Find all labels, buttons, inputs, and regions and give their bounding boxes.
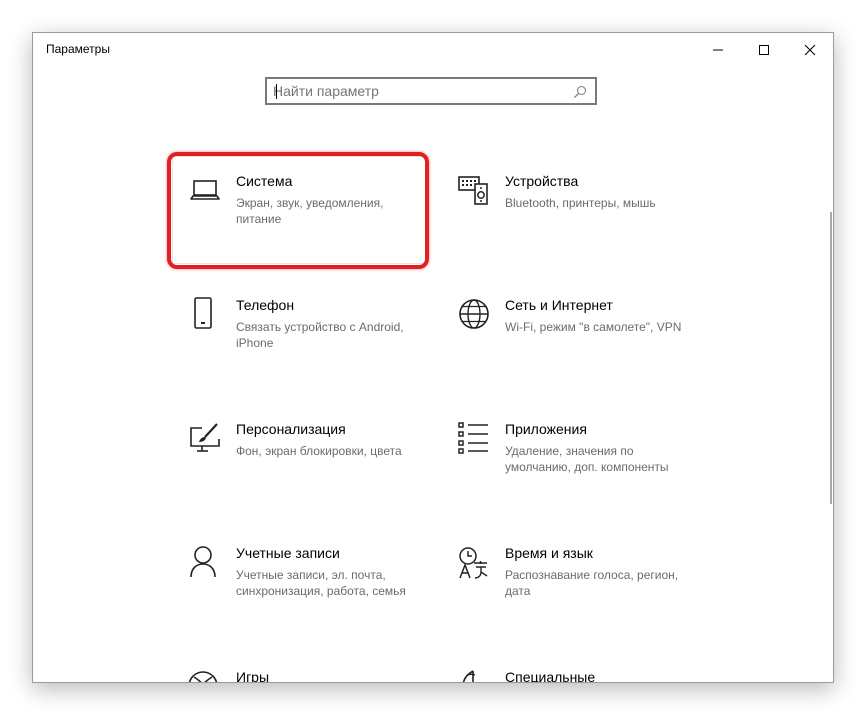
time-language-icon <box>459 547 488 579</box>
category-apps[interactable]: Приложения Удаление, значения по умолчан… <box>457 421 687 497</box>
category-description: Учетные записи, эл. почта, синхронизация… <box>236 568 406 598</box>
close-button[interactable] <box>787 33 833 67</box>
category-title: Приложения <box>505 421 587 437</box>
category-phone[interactable]: Телефон Связать устройство с Android, iP… <box>188 297 418 373</box>
category-gaming[interactable]: Игры <box>188 669 418 683</box>
category-title: Телефон <box>236 297 295 313</box>
category-time-language[interactable]: Время и язык Распознавание голоса, регио… <box>457 545 687 621</box>
category-description: Связать устройство с Android, iPhone <box>236 320 404 350</box>
category-description: Фон, экран блокировки, цвета <box>236 444 402 458</box>
title-bar[interactable]: Параметры <box>33 33 833 67</box>
maximize-icon <box>759 45 769 55</box>
accessibility-icon <box>462 670 476 682</box>
minimize-button[interactable] <box>695 33 741 67</box>
search-box[interactable] <box>265 77 597 105</box>
category-accounts[interactable]: Учетные записи Учетные записи, эл. почта… <box>188 545 418 621</box>
category-description: Bluetooth, принтеры, мышь <box>505 196 656 210</box>
highlight-frame <box>167 152 429 269</box>
person-icon <box>190 546 216 578</box>
text-cursor <box>276 84 277 99</box>
search-icon[interactable] <box>573 85 587 99</box>
apps-list-icon <box>458 422 488 454</box>
globe-icon <box>459 299 489 329</box>
phone-icon <box>194 297 212 329</box>
category-title: Сеть и Интернет <box>505 297 613 313</box>
category-description: Удаление, значения по умолчанию, доп. ко… <box>505 444 669 474</box>
category-title: Устройства <box>505 173 579 189</box>
category-devices[interactable]: Устройства Bluetooth, принтеры, мышь <box>457 173 687 249</box>
devices-icon <box>458 176 488 205</box>
xbox-icon <box>188 671 218 682</box>
category-network[interactable]: Сеть и Интернет Wi-Fi, режим "в самолете… <box>457 297 687 373</box>
category-description: Распознавание голоса, регион, дата <box>505 568 679 598</box>
category-accessibility[interactable]: Специальные <box>457 669 687 683</box>
category-title: Персонализация <box>236 421 346 437</box>
category-title: Время и язык <box>505 545 593 561</box>
category-personalization[interactable]: Персонализация Фон, экран блокировки, цв… <box>188 421 418 497</box>
minimize-icon <box>713 49 723 51</box>
category-title: Специальные <box>505 669 596 683</box>
paintbrush-icon <box>190 423 220 452</box>
settings-window: Параметры Система Экран, звук, уведомлен… <box>32 32 834 683</box>
window-title: Параметры <box>46 42 110 56</box>
close-icon <box>804 44 816 56</box>
category-title: Игры <box>236 669 270 683</box>
scrollbar[interactable] <box>830 212 832 504</box>
search-input[interactable] <box>273 81 563 101</box>
maximize-button[interactable] <box>741 33 787 67</box>
category-title: Учетные записи <box>236 545 340 561</box>
category-description: Wi-Fi, режим "в самолете", VPN <box>505 320 682 334</box>
